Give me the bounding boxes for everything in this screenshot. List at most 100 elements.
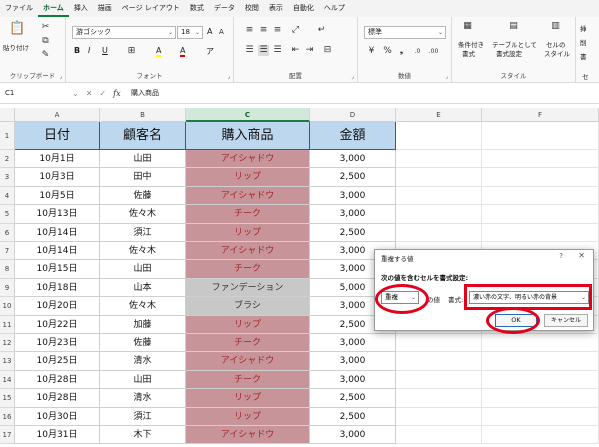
menu-item[interactable]: 校閲 — [240, 0, 264, 17]
font-size-select[interactable]: 18 ⌄ — [177, 26, 203, 39]
table-cell-product[interactable]: チーク — [186, 334, 310, 353]
empty-cell[interactable] — [396, 407, 482, 426]
align-center-icon[interactable]: ☰ — [258, 45, 269, 56]
grow-font-button[interactable]: A — [207, 27, 212, 36]
table-cell-product[interactable]: チーク — [186, 370, 310, 390]
row-header[interactable]: 16 — [0, 407, 15, 426]
table-cell-date[interactable]: 10月28日 — [15, 370, 100, 390]
table-cell-customer[interactable]: 山本 — [100, 278, 186, 298]
select-all-corner[interactable] — [0, 108, 15, 122]
table-cell-customer[interactable]: 田中 — [100, 168, 186, 187]
border-icon[interactable]: ⊞ — [126, 46, 137, 57]
table-cell-amount[interactable]: 2,500 — [310, 407, 396, 426]
row-header[interactable]: 6 — [0, 223, 15, 242]
table-cell-amount[interactable]: 3,000 — [310, 205, 396, 224]
insert-button[interactable]: 挿 — [580, 23, 587, 33]
table-cell-amount[interactable]: 3,000 — [310, 334, 396, 353]
underline-button[interactable]: U — [102, 46, 108, 55]
table-cell-amount[interactable]: 2,500 — [310, 389, 396, 408]
italic-button[interactable]: I — [88, 46, 90, 55]
table-cell-product[interactable]: ファンデーション — [186, 278, 310, 298]
table-cell-product[interactable]: アイシャドウ — [186, 150, 310, 169]
empty-cell[interactable] — [482, 150, 599, 169]
table-cell-product[interactable]: リップ — [186, 407, 310, 426]
decrease-decimal-icon[interactable]: .00 — [428, 46, 439, 57]
cell-styles-button-2[interactable]: スタイル — [544, 48, 570, 58]
row-header[interactable]: 2 — [0, 150, 15, 169]
merge-cells-icon[interactable]: ⊟ — [322, 45, 333, 56]
empty-cell[interactable] — [482, 223, 599, 242]
empty-cell[interactable] — [396, 426, 482, 445]
menu-item[interactable]: 自動化 — [288, 0, 319, 17]
empty-cell[interactable] — [482, 186, 599, 206]
table-cell-date[interactable]: 10月14日 — [15, 242, 100, 261]
insert-function-icon[interactable]: fx — [113, 89, 120, 98]
row-header[interactable]: 17 — [0, 426, 15, 445]
table-cell-date[interactable]: 10月28日 — [15, 389, 100, 408]
table-cell-date[interactable]: 10月18日 — [15, 278, 100, 298]
percent-icon[interactable]: % — [382, 46, 393, 57]
table-cell-amount[interactable]: 3,000 — [310, 370, 396, 390]
align-top-icon[interactable]: ≡ — [244, 25, 255, 36]
row-header[interactable]: 14 — [0, 370, 15, 390]
table-cell-date[interactable]: 10月1日 — [15, 150, 100, 169]
table-cell-amount[interactable]: 2,500 — [310, 223, 396, 242]
table-cell-date[interactable]: 10月31日 — [15, 426, 100, 445]
empty-cell[interactable] — [396, 223, 482, 242]
table-cell-customer[interactable]: 清水 — [100, 389, 186, 408]
menu-item[interactable]: ホーム — [38, 0, 69, 17]
table-cell-product[interactable]: チーク — [186, 205, 310, 224]
menu-item[interactable]: 描画 — [93, 0, 117, 17]
column-header[interactable]: D — [310, 108, 396, 122]
row-header[interactable]: 11 — [0, 315, 15, 334]
cell-styles-icon[interactable]: ▥ — [550, 21, 561, 32]
table-cell-amount[interactable]: 2,500 — [310, 168, 396, 187]
alignment-launcher-icon[interactable]: ⌟ — [351, 73, 354, 80]
menu-item[interactable]: 表示 — [264, 0, 288, 17]
row-header[interactable]: 10 — [0, 297, 15, 316]
copy-icon[interactable]: ⧉ — [40, 36, 51, 47]
empty-cell[interactable] — [482, 168, 599, 187]
formula-input[interactable]: 購入商品 — [131, 87, 159, 100]
currency-icon[interactable]: ¥ — [366, 46, 377, 57]
table-cell-product[interactable]: リップ — [186, 315, 310, 334]
table-cell-customer[interactable]: 佐々木 — [100, 297, 186, 316]
empty-cell[interactable] — [482, 334, 599, 353]
format-as-table-button-2[interactable]: 書式設定 — [496, 48, 522, 58]
phonetic-button[interactable]: ア — [206, 46, 214, 57]
row-header[interactable]: 4 — [0, 186, 15, 206]
menu-item[interactable]: ページ レイアウト — [117, 0, 185, 17]
empty-cell[interactable] — [396, 205, 482, 224]
row-header[interactable]: 5 — [0, 205, 15, 224]
empty-cell[interactable] — [396, 352, 482, 371]
empty-cell[interactable] — [396, 150, 482, 169]
table-cell-product[interactable]: アイシャドウ — [186, 352, 310, 371]
empty-cell[interactable] — [396, 334, 482, 353]
table-cell-customer[interactable]: 山田 — [100, 370, 186, 390]
table-cell-customer[interactable]: 木下 — [100, 426, 186, 445]
empty-cell[interactable] — [396, 186, 482, 206]
table-cell-customer[interactable]: 清水 — [100, 352, 186, 371]
align-middle-icon[interactable]: ≡ — [258, 25, 269, 36]
wrap-text-icon[interactable]: ↵ — [316, 25, 327, 36]
font-color-button[interactable]: A — [180, 46, 186, 57]
table-cell-customer[interactable]: 佐藤 — [100, 186, 186, 206]
row-header[interactable]: 3 — [0, 168, 15, 187]
empty-cell[interactable] — [396, 370, 482, 390]
row-header[interactable]: 9 — [0, 278, 15, 298]
comma-icon[interactable]: ❟ — [396, 46, 407, 57]
format-button[interactable]: 書 — [580, 51, 587, 61]
column-header[interactable]: F — [482, 108, 599, 122]
table-cell-product[interactable]: リップ — [186, 389, 310, 408]
table-cell-product[interactable]: リップ — [186, 223, 310, 242]
table-cell-customer[interactable]: 山田 — [100, 150, 186, 169]
row-header[interactable]: 15 — [0, 389, 15, 408]
menu-item[interactable]: 数式 — [185, 0, 209, 17]
empty-cell[interactable] — [482, 389, 599, 408]
table-cell-customer[interactable]: 山田 — [100, 260, 186, 279]
format-as-table-icon[interactable]: ▤ — [508, 21, 519, 32]
table-cell-date[interactable]: 10月5日 — [15, 186, 100, 206]
table-cell-date[interactable]: 10月20日 — [15, 297, 100, 316]
cancel-button[interactable]: キャンセル — [544, 314, 588, 327]
empty-cell[interactable] — [482, 352, 599, 371]
